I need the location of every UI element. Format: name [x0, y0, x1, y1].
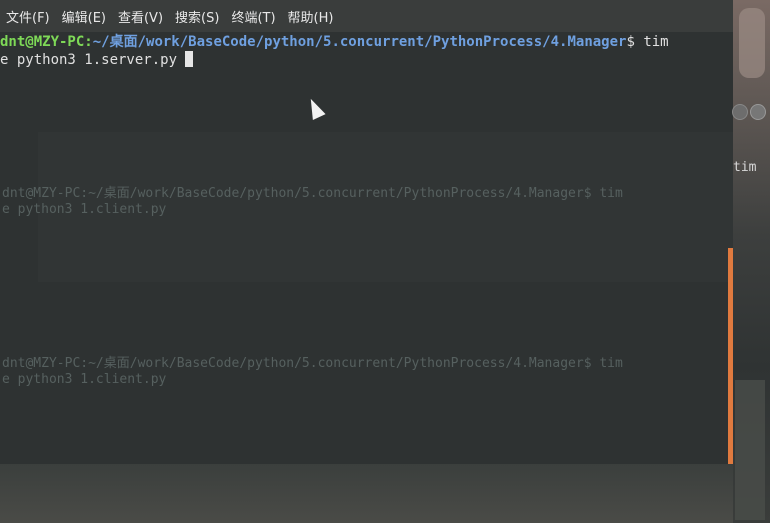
ghost-tail-text: tim [733, 160, 757, 175]
terminal-output[interactable]: dnt@MZY-PC:~/桌面/work/BaseCode/python/5.c… [0, 32, 733, 464]
mouse-pointer-icon [304, 95, 326, 121]
menu-bar: 文件(F) 编辑(E) 查看(V) 搜索(S) 终端(T) 帮助(H) [0, 0, 733, 32]
ghost-line: dnt@MZY-PC:~/桌面/work/BaseCode/python/5.c… [2, 186, 623, 201]
close-icon [750, 104, 766, 120]
ghost-line: e python3 1.client.py [2, 372, 167, 387]
command-text: tim [643, 34, 669, 50]
prompt-separator: : [84, 34, 93, 50]
menu-file[interactable]: 文件(F) [6, 7, 50, 26]
wallpaper-blob [739, 8, 765, 78]
terminal-window[interactable]: 文件(F) 编辑(E) 查看(V) 搜索(S) 终端(T) 帮助(H) dnt@… [0, 0, 733, 523]
menu-help[interactable]: 帮助(H) [288, 7, 334, 26]
scrollbar[interactable] [728, 248, 733, 464]
command-continuation: e python3 1.server.py [0, 52, 178, 68]
prompt-symbol: $ [626, 34, 644, 50]
menu-search[interactable]: 搜索(S) [175, 7, 219, 26]
prompt-path: ~/桌面/work/BaseCode/python/5.concurrent/P… [92, 34, 627, 50]
ghost-line: dnt@MZY-PC:~/桌面/work/BaseCode/python/5.c… [2, 356, 623, 371]
command-line: e python3 1.server.py [0, 50, 194, 70]
text-cursor [185, 51, 194, 67]
prompt-user: dnt@MZY-PC [0, 34, 85, 50]
desktop-background [733, 0, 770, 523]
window-bottom-edge [0, 464, 733, 523]
ghost-line: e python3 1.client.py [2, 202, 167, 217]
wallpaper-blob [735, 380, 765, 520]
close-icon [732, 104, 748, 120]
menu-terminal[interactable]: 终端(T) [231, 7, 275, 26]
menu-view[interactable]: 查看(V) [118, 7, 163, 26]
prompt-line: dnt@MZY-PC:~/桌面/work/BaseCode/python/5.c… [0, 32, 669, 52]
menu-edit[interactable]: 编辑(E) [62, 7, 106, 26]
